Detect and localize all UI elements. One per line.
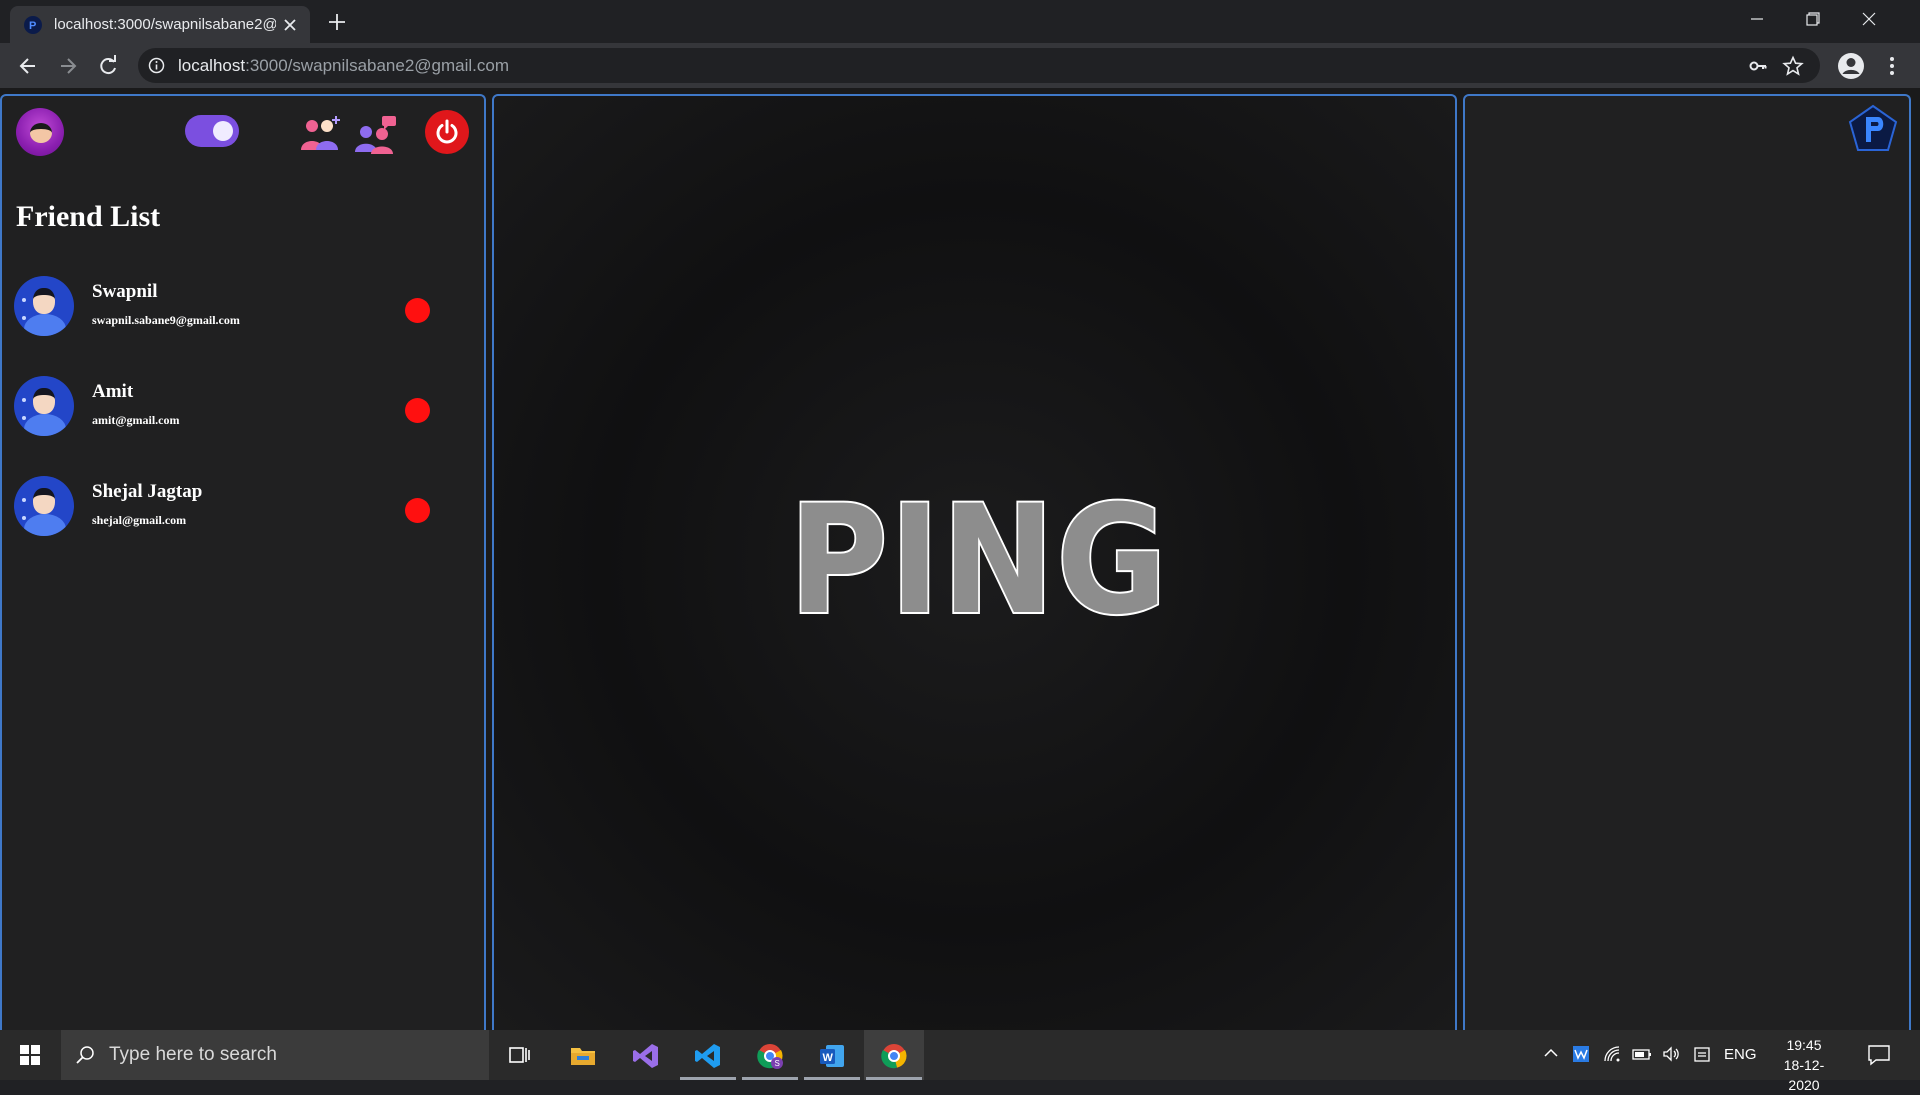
clock-date: 18-12-2020 (1783, 1057, 1825, 1093)
page-viewport: Friend List Swapnil swapnil.sabane9@gmai… (0, 88, 1920, 1030)
svg-text:W: W (823, 1052, 834, 1064)
friend-avatar (14, 276, 74, 336)
wifi-icon[interactable] (1600, 1030, 1624, 1080)
tray-app-icon[interactable] (1570, 1030, 1592, 1080)
friend-status-dot (405, 398, 430, 423)
task-view-icon[interactable] (490, 1030, 550, 1080)
user-avatar-face (30, 123, 52, 143)
password-key-icon[interactable] (1748, 56, 1768, 76)
svg-text:S: S (775, 1059, 780, 1068)
friend-list: Swapnil swapnil.sabane9@gmail.com Amit a… (2, 276, 484, 576)
ping-logo: PING (787, 496, 1169, 626)
url-host: localhost (178, 56, 246, 75)
friend-avatar (14, 476, 74, 536)
ping-brand-logo-icon (1848, 104, 1898, 151)
browser-tab[interactable]: P localhost:3000/swapnilsabane2@gmail.co… (10, 6, 310, 43)
toggle-knob (213, 121, 233, 141)
taskbar-search-box[interactable]: Type here to search (61, 1030, 489, 1080)
friend-name: Amit (92, 381, 134, 402)
restore-window-icon[interactable] (1806, 0, 1862, 38)
friend-list-item[interactable]: Amit amit@gmail.com (2, 376, 484, 476)
language-indicator[interactable]: ENG (1724, 1030, 1757, 1080)
bookmark-star-icon[interactable] (1782, 55, 1804, 77)
reload-icon[interactable] (94, 52, 122, 80)
chat-panel: PING (492, 94, 1457, 1030)
taskbar-search-placeholder: Type here to search (109, 1044, 277, 1065)
forward-arrow-icon[interactable] (54, 52, 82, 80)
friend-name: Swapnil (92, 281, 158, 302)
friend-list-title: Friend List (16, 200, 161, 233)
clock-time: 19:45 (1786, 1037, 1822, 1053)
back-arrow-icon[interactable] (14, 52, 42, 80)
windows-start-icon[interactable] (0, 1030, 60, 1080)
chrome-profile-icon[interactable]: S (740, 1030, 800, 1080)
svg-text:P: P (29, 20, 36, 32)
minimize-window-icon[interactable] (1750, 0, 1806, 38)
friend-email: swapnil.sabane9@gmail.com (92, 313, 240, 327)
file-explorer-icon[interactable] (553, 1030, 613, 1080)
browser-toolbar: localhost:3000/swapnilsabane2@gmail.com (0, 43, 1920, 88)
ping-favicon-icon: P (24, 16, 42, 34)
close-window-icon[interactable] (1862, 0, 1918, 38)
url-text[interactable]: localhost:3000/swapnilsabane2@gmail.com (178, 48, 509, 83)
show-hidden-icons-chevron-icon[interactable] (1540, 1030, 1562, 1080)
power-logout-icon[interactable] (425, 110, 469, 154)
volume-icon[interactable] (1660, 1030, 1684, 1080)
input-indicator-icon[interactable] (1690, 1030, 1714, 1080)
browser-menu-icon[interactable] (1882, 51, 1902, 81)
friend-email: shejal@gmail.com (92, 513, 187, 527)
friend-status-dot (405, 498, 430, 523)
notifications-icon[interactable] (1866, 1042, 1892, 1068)
url-path: :3000/swapnilsabane2@gmail.com (245, 56, 510, 75)
tab-close-icon[interactable] (280, 15, 300, 35)
browser-tabstrip: P localhost:3000/swapnilsabane2@gmail.co… (0, 0, 1920, 43)
vscode-icon[interactable] (678, 1030, 738, 1080)
friend-status-dot (405, 298, 430, 323)
friend-list-item[interactable]: Swapnil swapnil.sabane9@gmail.com (2, 276, 484, 376)
chrome-icon[interactable] (864, 1030, 924, 1080)
visual-studio-icon[interactable] (616, 1030, 676, 1080)
friend-name: Shejal Jagtap (92, 481, 203, 502)
friend-email: amit@gmail.com (92, 413, 180, 427)
site-info-icon[interactable] (148, 57, 165, 74)
details-panel (1463, 94, 1911, 1030)
battery-icon[interactable] (1630, 1030, 1654, 1080)
add-friend-icon[interactable] (298, 114, 344, 154)
friend-avatar (14, 376, 74, 436)
new-tab-plus-icon[interactable] (326, 11, 348, 33)
profile-avatar-icon[interactable] (1836, 51, 1866, 81)
theme-toggle-switch[interactable] (185, 115, 239, 147)
word-icon[interactable]: W (802, 1030, 862, 1080)
windows-taskbar: Type here to search S W ENG 19:45 18-12-… (0, 1030, 1920, 1093)
friend-list-item[interactable]: Shejal Jagtap shejal@gmail.com (2, 476, 484, 576)
friend-requests-icon[interactable] (354, 114, 400, 154)
address-bar[interactable]: localhost:3000/swapnilsabane2@gmail.com (138, 48, 1820, 83)
search-icon (75, 1045, 95, 1065)
friend-list-panel: Friend List Swapnil swapnil.sabane9@gmai… (0, 94, 486, 1030)
tab-title: localhost:3000/swapnilsabane2@gmail.com (54, 16, 276, 33)
taskbar-clock[interactable]: 19:45 18-12-2020 (1770, 1035, 1838, 1095)
ping-logo-text: PING (789, 496, 1169, 626)
user-avatar[interactable] (16, 108, 64, 156)
